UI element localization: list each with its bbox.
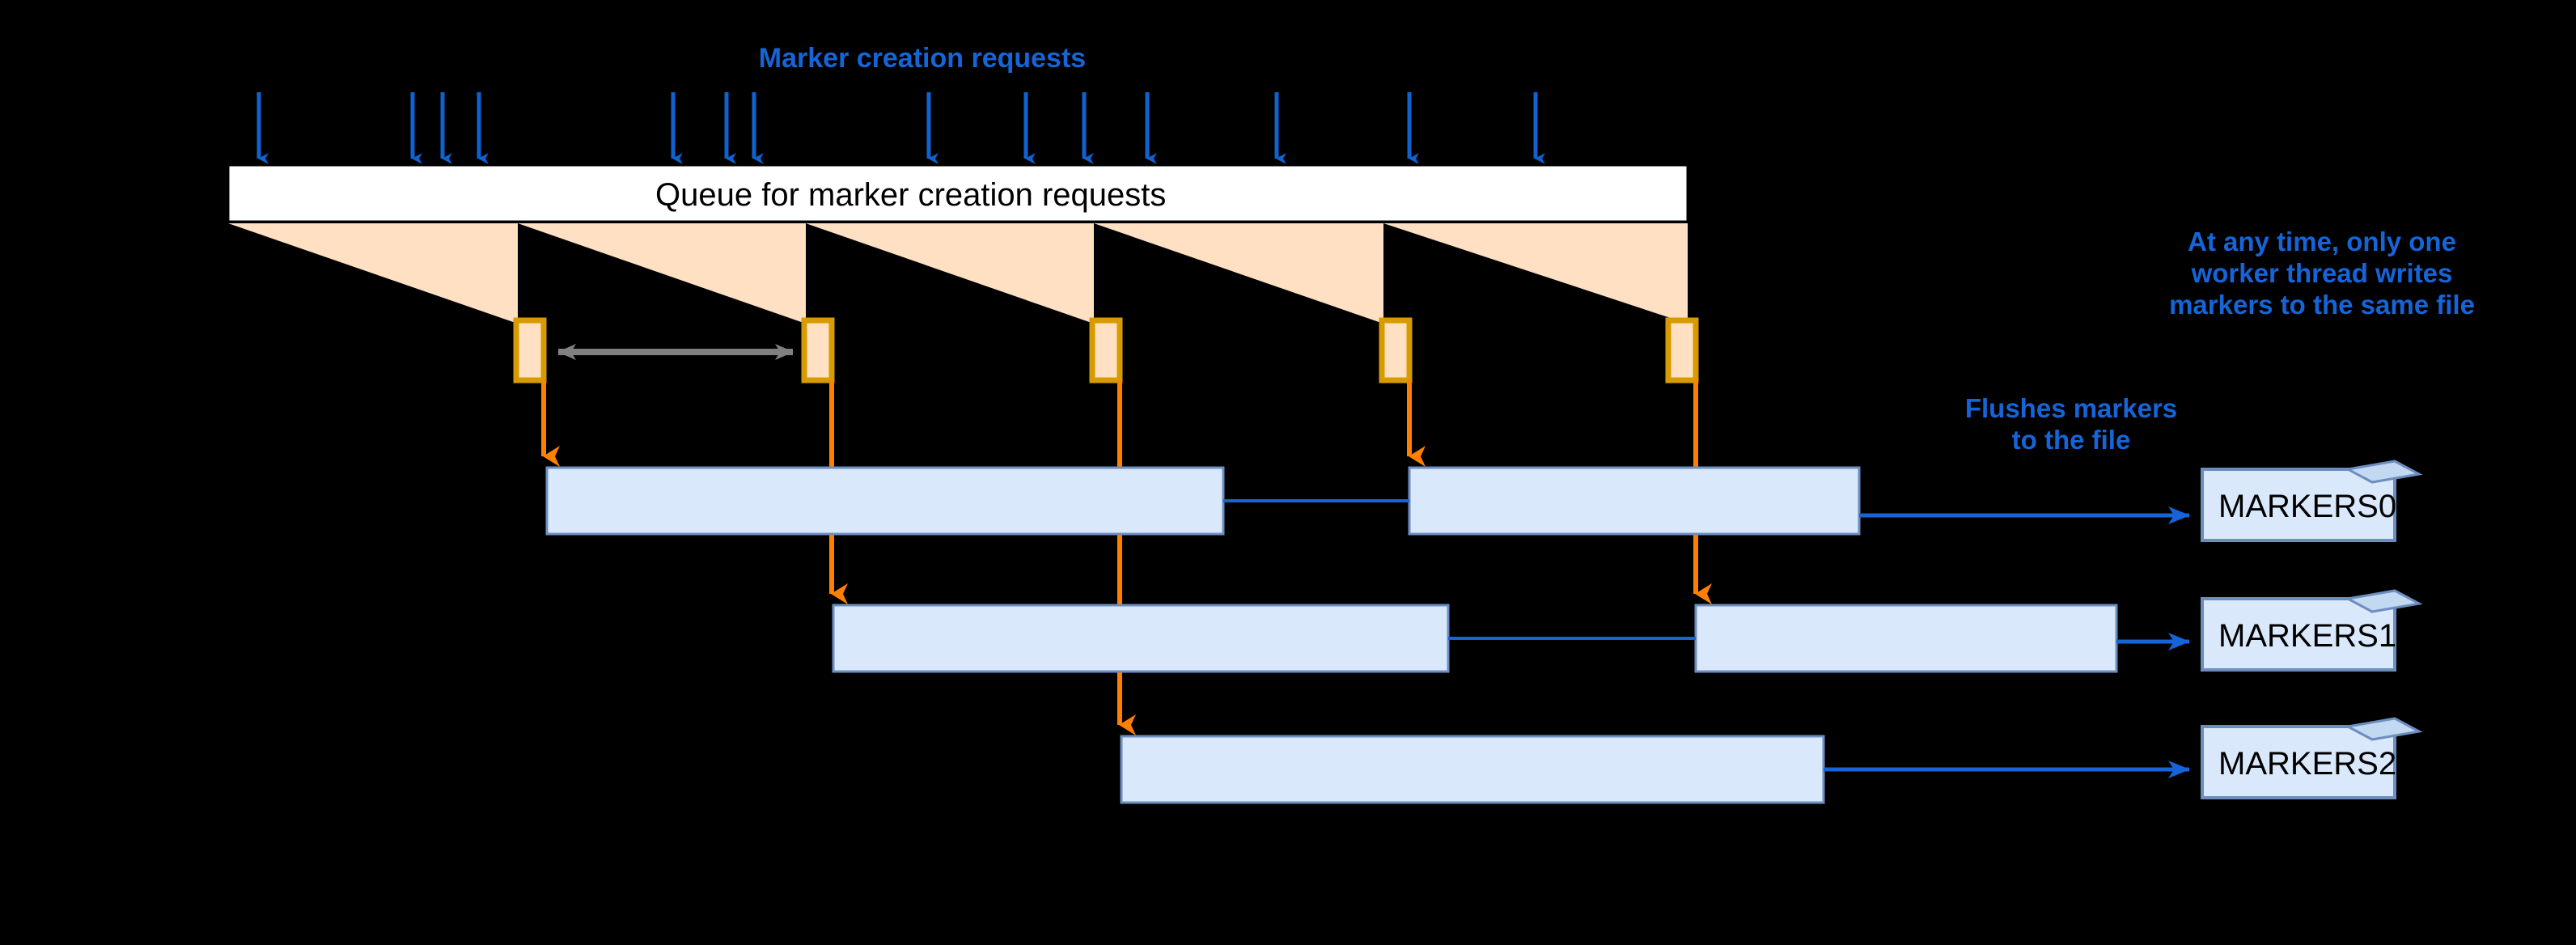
single-writer-note: At any time, only one worker thread writ… (2169, 227, 2475, 320)
markers-file-2-label: MARKERS2 (2218, 746, 2397, 782)
flush-note: Flushes markers to the file (1964, 393, 2178, 455)
gate-0 (513, 317, 547, 384)
queue-label: Queue for marker creation requests (655, 177, 1167, 213)
queue-funnels (228, 223, 1688, 324)
worker-block-1a (832, 604, 1450, 673)
gate-to-worker-drops (541, 380, 1712, 735)
worker-activity-blocks (545, 466, 2118, 804)
gate-2 (1089, 317, 1123, 384)
top-title-label: Marker creation requests (758, 43, 1087, 74)
funnel-2 (806, 223, 1094, 324)
funnel-1 (518, 223, 806, 324)
gate-3 (1379, 317, 1413, 384)
funnel-0 (228, 223, 518, 324)
worker-block-0a (545, 466, 1225, 536)
gate-4 (1665, 317, 1699, 384)
gate-1 (801, 317, 835, 384)
worker-block-2a (1120, 735, 1825, 804)
worker-block-0b (1408, 466, 1861, 536)
diagram-canvas: Marker creation requests Queue for marke… (0, 0, 2576, 945)
markers-file-1-label: MARKERS1 (2218, 618, 2397, 654)
marker-creation-request-arrows (256, 92, 1545, 164)
funnel-4 (1383, 223, 1688, 324)
diagram-vector-layer (227, 92, 2423, 804)
funnel-3 (1094, 223, 1383, 324)
worker-block-1b (1694, 604, 2118, 673)
markers-file-0-label: MARKERS0 (2218, 489, 2397, 524)
